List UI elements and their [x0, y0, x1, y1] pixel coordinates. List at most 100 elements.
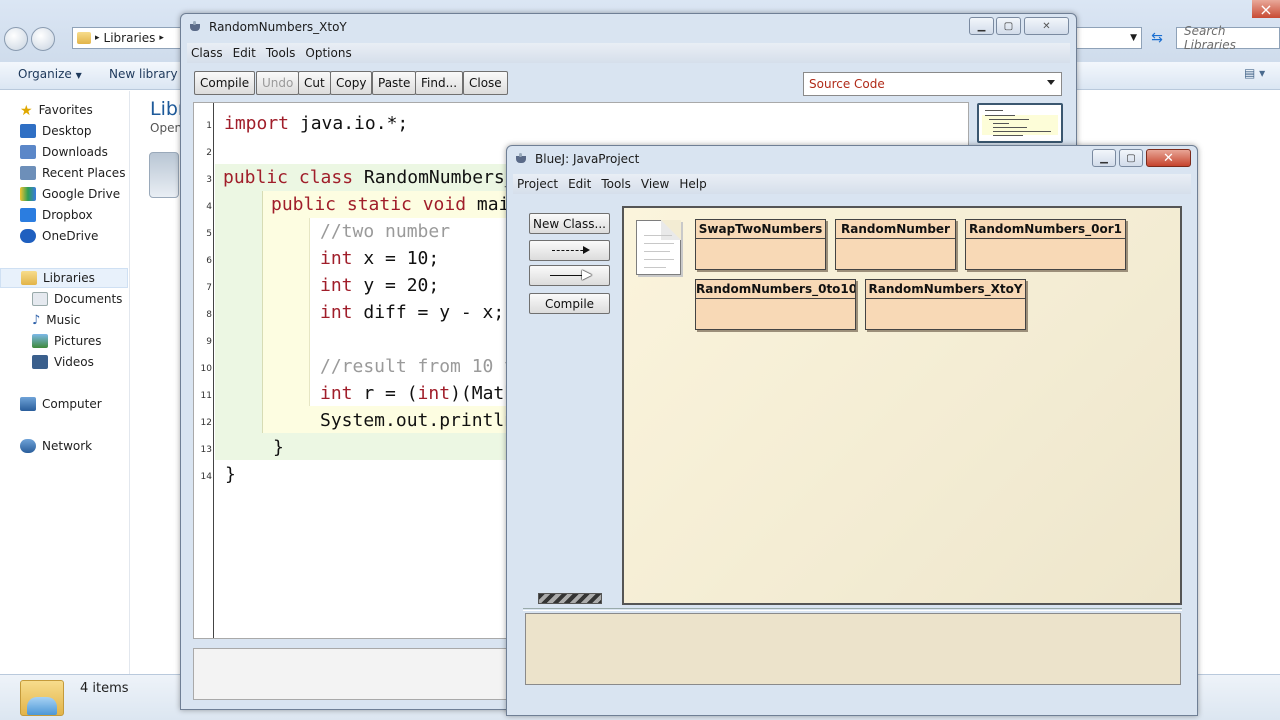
overview-line [993, 135, 1023, 136]
inheritance-arrow-icon [549, 275, 590, 276]
desktop-icon [20, 124, 36, 138]
line-number: 1 [206, 121, 212, 131]
view-options-icon[interactable]: ▤ ▾ [1244, 66, 1265, 80]
nav-music[interactable]: ♪ Music [32, 313, 80, 328]
compile-all-button[interactable]: Compile [529, 293, 610, 314]
address-dropdown[interactable]: ▼ [1076, 27, 1142, 49]
view-selector[interactable]: Source Code [803, 72, 1062, 96]
editor-titlebar[interactable]: RandomNumbers_XtoY [181, 14, 1076, 40]
nav-libraries[interactable]: Libraries [0, 268, 128, 288]
minimize-button[interactable]: ▁ [1092, 149, 1116, 167]
inheritance-arrow-button[interactable] [529, 265, 610, 286]
search-input[interactable]: Search Libraries [1176, 24, 1280, 52]
minimize-button[interactable]: ▁ [969, 17, 994, 35]
class-box-randomnumbers-0or1[interactable]: RandomNumbers_0or1 [965, 219, 1126, 270]
onedrive-icon [20, 229, 36, 243]
menu-tools[interactable]: Tools [266, 46, 296, 60]
undo-button[interactable]: Undo [256, 71, 300, 95]
line-number: 9 [206, 337, 212, 347]
line-number: 4 [206, 202, 212, 212]
overview-highlight [982, 115, 1058, 135]
nav-documents[interactable]: Documents [32, 292, 122, 306]
readme-line [644, 267, 666, 268]
nav-favorites[interactable]: ★ Favorites [20, 103, 93, 119]
compile-button[interactable]: Compile [194, 71, 256, 95]
code-line: int y = 20; [320, 275, 440, 296]
line-number: 14 [200, 472, 212, 482]
line-number: 3 [206, 175, 212, 185]
cut-button[interactable]: Cut [298, 71, 331, 95]
nav-videos[interactable]: Videos [32, 355, 94, 369]
uses-arrow-button[interactable] [529, 240, 610, 261]
nav-desktop[interactable]: Desktop [20, 124, 92, 138]
videos-icon [32, 355, 48, 369]
line-number: 11 [200, 391, 212, 401]
nav-network[interactable]: Network [20, 439, 92, 453]
menu-edit[interactable]: Edit [568, 177, 591, 191]
overview-line [993, 127, 1027, 128]
nav-computer[interactable]: Computer [20, 397, 102, 411]
editor-menubar: Class Edit Tools Options [187, 43, 1070, 63]
close-button[interactable]: ✕ [1024, 17, 1069, 35]
class-box-randomnumbers-xtoy[interactable]: RandomNumbers_XtoY [865, 279, 1026, 330]
line-number: 6 [206, 256, 212, 266]
nav-recent-places[interactable]: Recent Places [20, 166, 125, 180]
google-drive-icon [20, 187, 36, 201]
nav-dropbox[interactable]: Dropbox [20, 208, 93, 222]
line-number: 12 [200, 418, 212, 428]
java-icon [189, 21, 203, 33]
close-editor-button[interactable]: Close [463, 71, 508, 95]
new-library-button[interactable]: New library [109, 67, 178, 81]
overview-line [985, 115, 1015, 116]
minimize-icon: ▁ [1100, 152, 1108, 164]
nav-downloads[interactable]: Downloads [20, 145, 108, 159]
class-diagram[interactable]: SwapTwoNumbers RandomNumber RandomNumber… [622, 206, 1182, 605]
copy-button[interactable]: Copy [330, 71, 373, 95]
back-button[interactable] [4, 27, 28, 51]
maximize-button[interactable]: ▢ [1119, 149, 1143, 167]
close-button[interactable]: ✕ [1146, 149, 1191, 167]
bluej-title: BlueJ: JavaProject [535, 152, 640, 166]
nav-onedrive[interactable]: OneDrive [20, 229, 98, 243]
explorer-close-button[interactable]: × [1252, 0, 1280, 19]
chevron-down-icon: ▼ [75, 71, 82, 80]
menu-view[interactable]: View [641, 177, 669, 191]
class-box-swaptwonumbers[interactable]: SwapTwoNumbers [695, 219, 826, 270]
class-box-randomnumber[interactable]: RandomNumber [835, 219, 956, 270]
item-count: 4 items [80, 681, 129, 696]
menu-options[interactable]: Options [305, 46, 351, 60]
line-number: 5 [206, 229, 212, 239]
address-bar[interactable]: ▸ Libraries ▸ [72, 27, 182, 49]
refresh-icon[interactable]: ⇆ [1146, 27, 1168, 49]
menu-help[interactable]: Help [679, 177, 706, 191]
downloads-icon [20, 145, 36, 159]
find-button[interactable]: Find... [415, 71, 464, 95]
library-subtitle: Open [150, 121, 183, 135]
menu-class[interactable]: Class [191, 46, 223, 60]
code-brace: } [225, 464, 236, 485]
maximize-button[interactable]: ▢ [996, 17, 1021, 35]
readme-file-icon[interactable] [636, 220, 681, 275]
line-number: 13 [200, 445, 212, 455]
nav-pictures[interactable]: Pictures [32, 334, 102, 348]
code-overview-thumbnail[interactable] [977, 103, 1063, 143]
navigation-pane: ★ Favorites Desktop Downloads Recent Plac… [0, 91, 130, 674]
pane-divider[interactable] [523, 608, 1182, 611]
menu-tools[interactable]: Tools [601, 177, 631, 191]
forward-button[interactable] [31, 27, 55, 51]
new-class-button[interactable]: New Class... [529, 213, 610, 234]
line-number-gutter: 1 2 3 4 5 6 7 8 9 10 11 12 13 14 [194, 103, 214, 638]
paste-button[interactable]: Paste [372, 71, 417, 95]
menu-edit[interactable]: Edit [233, 46, 256, 60]
class-box-randomnumbers-0to10[interactable]: RandomNumbers_0to10 [695, 279, 856, 330]
object-bench[interactable] [525, 613, 1181, 685]
star-icon: ★ [20, 103, 33, 119]
minimize-icon: ▁ [977, 20, 986, 32]
menu-project[interactable]: Project [517, 177, 558, 191]
organize-button[interactable]: Organize ▼ [18, 67, 82, 81]
readme-line [644, 235, 672, 236]
nav-google-drive[interactable]: Google Drive [20, 187, 120, 201]
library-folder-icon [20, 680, 64, 716]
breadcrumb[interactable]: Libraries [104, 31, 156, 45]
line-number: 2 [206, 148, 212, 158]
